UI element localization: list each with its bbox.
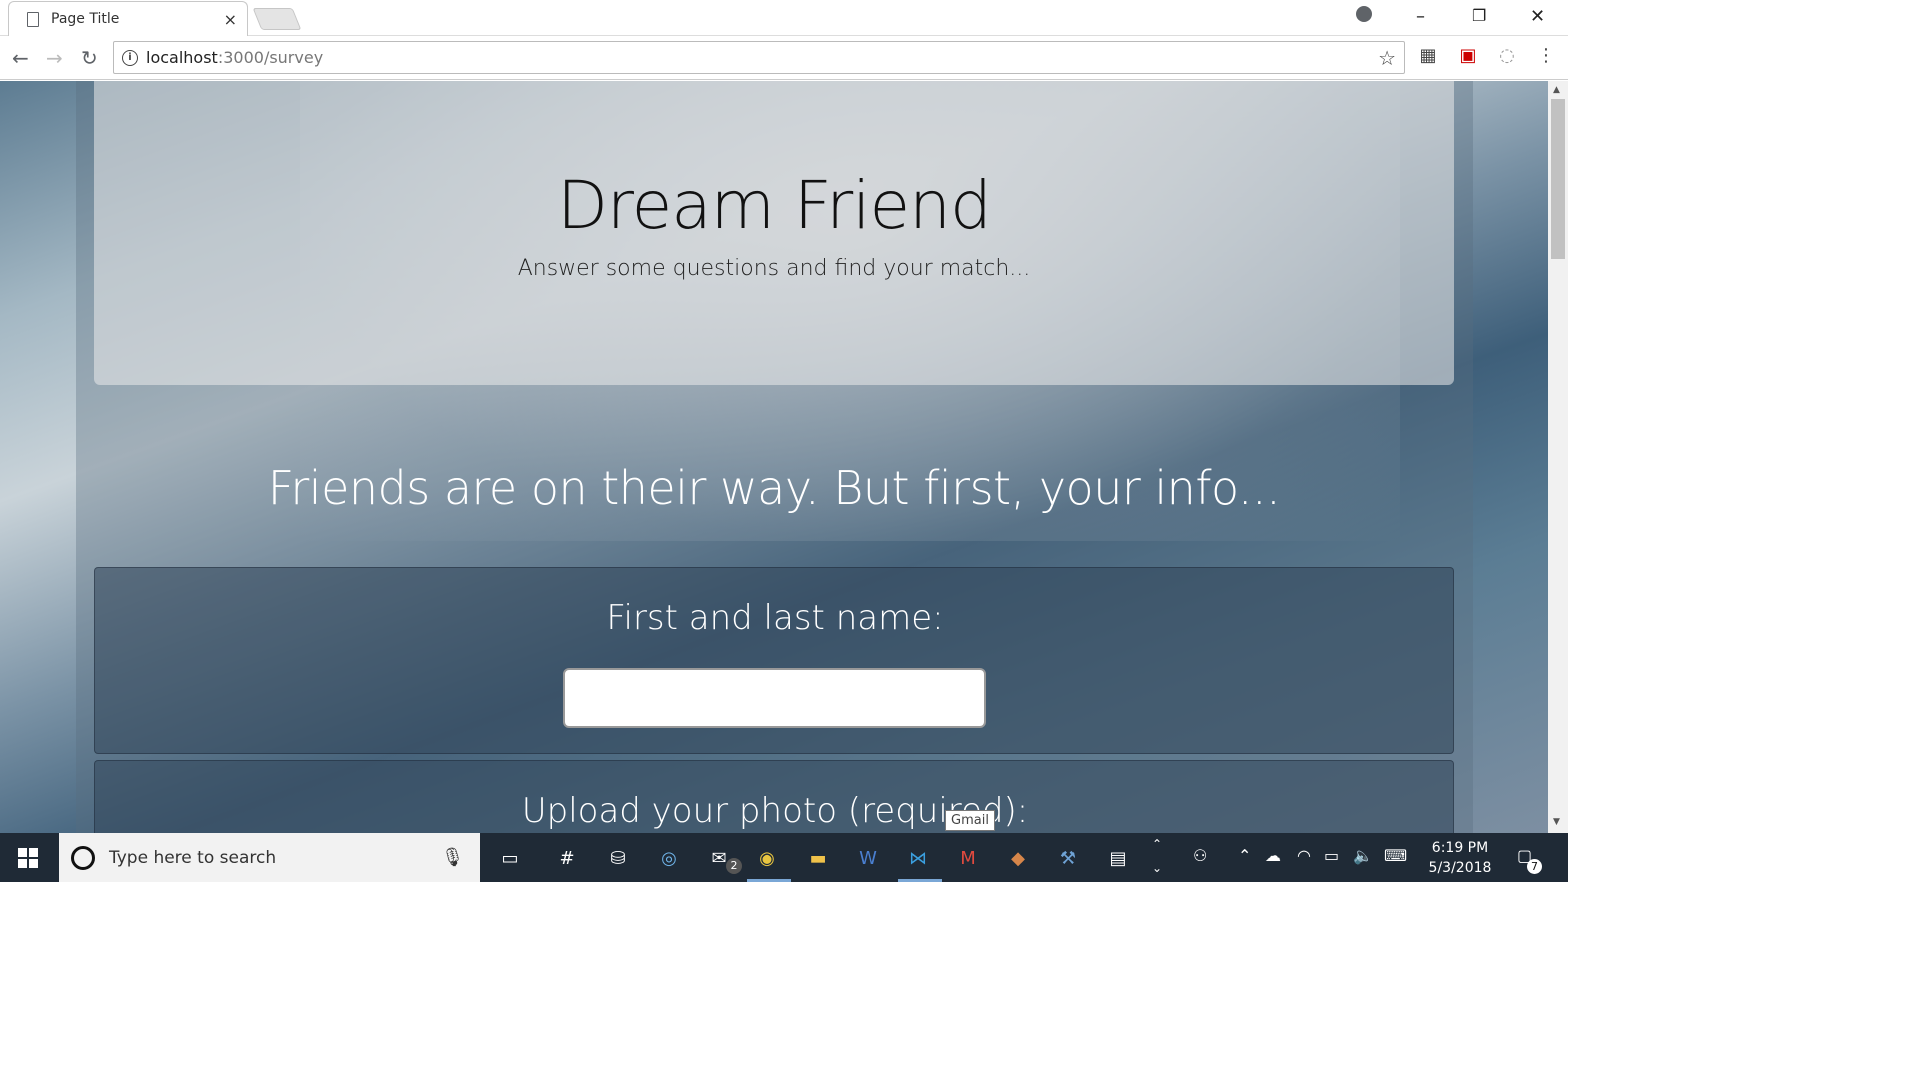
slack-icon[interactable]: # <box>552 843 582 873</box>
url-host: localhost <box>146 48 218 67</box>
name-label: First and last name: <box>606 598 944 638</box>
profile-icon[interactable] <box>1356 6 1372 22</box>
word-icon[interactable]: W <box>853 843 883 873</box>
people-icon[interactable]: ⚇ <box>1193 846 1207 865</box>
cortana-icon[interactable] <box>71 845 95 870</box>
microphone-icon[interactable]: 🎙 <box>441 847 464 868</box>
name-panel: First and last name: <box>94 567 1454 754</box>
page-subtitle: Answer some questions and find your matc… <box>517 256 1031 281</box>
section-heading: Friends are on their way. But first, you… <box>267 461 1281 515</box>
jumbotron: Dream Friend Answer some questions and f… <box>94 81 1454 385</box>
scroll-down-icon[interactable]: ▼ <box>1553 817 1560 827</box>
chrome-icon[interactable]: ◉ <box>752 843 782 873</box>
page-icon <box>27 11 39 27</box>
minimize-icon[interactable]: – <box>1416 6 1425 27</box>
photo-label: Upload your photo (required): <box>521 791 1029 831</box>
taskbar-scroll-down-icon[interactable]: ⌄ <box>1152 861 1162 875</box>
page-scrollbar[interactable]: ▲ ▼ <box>1548 81 1568 833</box>
menu-icon[interactable]: ⋮ <box>1536 46 1556 66</box>
reload-icon[interactable]: ↻ <box>81 46 98 70</box>
info-icon[interactable]: i <box>122 49 138 66</box>
url-path: :3000/survey <box>217 48 324 67</box>
vscode-icon[interactable]: ⋈ <box>903 843 933 873</box>
taskbar-scroll-up-icon[interactable]: ⌃ <box>1152 837 1162 851</box>
reader-icon[interactable]: ▦ <box>1418 46 1438 66</box>
taskbar: Type here to search 🎙 ▭ # ⛁ ◎ ✉ 2 ◉ ▬ W … <box>0 833 1568 882</box>
address-bar[interactable]: i localhost:3000/survey ☆ <box>113 41 1405 74</box>
page-viewport: Dream Friend Answer some questions and f… <box>0 81 1548 833</box>
git-icon[interactable]: ◆ <box>1003 843 1033 873</box>
clock[interactable]: 6:19 PM 5/3/2018 <box>1410 838 1510 878</box>
photo-panel: Upload your photo (required): <box>94 760 1454 833</box>
mail-badge: 2 <box>726 858 742 874</box>
name-input[interactable] <box>563 668 986 728</box>
file-explorer-icon[interactable]: ▬ <box>803 843 833 873</box>
battery-icon[interactable]: ▭ <box>1324 846 1339 865</box>
chrome-active-indicator <box>747 879 791 882</box>
tab-title: Page Title <box>51 11 120 27</box>
taskbar-search[interactable]: Type here to search 🎙 <box>59 833 480 882</box>
task-view-icon[interactable]: ▭ <box>495 843 525 873</box>
mysql-icon[interactable]: ⚒ <box>1053 843 1083 873</box>
vscode-active-indicator <box>898 879 942 882</box>
safari-icon[interactable]: ◎ <box>654 843 684 873</box>
scroll-up-icon[interactable]: ▲ <box>1553 85 1560 95</box>
keyboard-icon[interactable]: ⌨ <box>1384 846 1407 865</box>
onedrive-icon[interactable]: ☁ <box>1265 846 1281 865</box>
browser-tab[interactable]: Page Title × <box>8 1 248 36</box>
clock-date: 5/3/2018 <box>1428 860 1492 876</box>
clock-time: 6:19 PM <box>1431 840 1489 856</box>
shield-extension-icon[interactable]: ▣ <box>1458 46 1478 66</box>
forward-icon[interactable]: → <box>46 46 63 70</box>
pending-extension-icon[interactable]: ◌ <box>1497 46 1517 66</box>
tooltip: Gmail <box>945 810 995 831</box>
wifi-icon[interactable]: ◠ <box>1297 846 1311 865</box>
new-tab-button[interactable] <box>252 8 302 30</box>
close-window-icon[interactable]: ✕ <box>1530 6 1545 27</box>
volume-icon[interactable]: 🔈 <box>1353 846 1373 865</box>
windows-start-icon[interactable] <box>18 848 38 868</box>
terminal-icon[interactable]: ▤ <box>1103 843 1133 873</box>
bookmark-star-icon[interactable]: ☆ <box>1378 46 1396 70</box>
notifications-badge: 7 <box>1527 859 1542 874</box>
gmail-icon[interactable]: M <box>953 843 983 873</box>
scroll-thumb[interactable] <box>1551 99 1565 259</box>
restore-icon[interactable]: ❐ <box>1472 6 1486 25</box>
search-placeholder: Type here to search <box>109 847 277 868</box>
browser-tab-strip: Page Title × – ❐ ✕ <box>0 0 1568 36</box>
browser-toolbar: ← → ↻ i localhost:3000/survey ☆ ▦ ▣ ◌ ⋮ <box>0 36 1568 80</box>
store-icon[interactable]: ⛁ <box>603 843 633 873</box>
page-title: Dream Friend <box>557 167 992 244</box>
back-icon[interactable]: ← <box>12 46 29 70</box>
tab-close-icon[interactable]: × <box>224 10 237 29</box>
show-hidden-icons-icon[interactable]: ⌃ <box>1238 846 1251 865</box>
